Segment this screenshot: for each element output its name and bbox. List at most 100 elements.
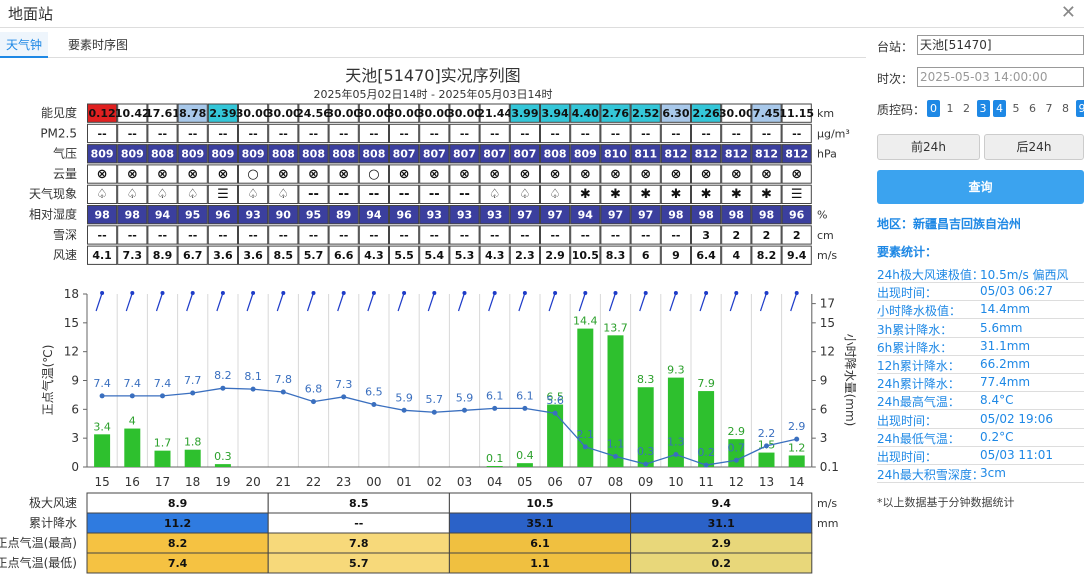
table-row-unit: cm (817, 229, 834, 242)
table-cell-text: -- (369, 127, 378, 140)
qc-label: 质控码： (877, 103, 926, 117)
time-input[interactable]: 2025-05-03 14:00:00 (917, 67, 1084, 87)
temperature-label: 7.4 (154, 377, 172, 390)
temperature-label: 2.9 (788, 420, 806, 433)
precip-bar-label: 1.7 (154, 437, 172, 450)
table-cell-text: ⊗ (459, 167, 470, 182)
qc-code-3[interactable]: 3 (976, 100, 990, 117)
table-cell-text: 97 (517, 209, 532, 222)
table-cell-text: -- (279, 127, 288, 140)
table-cell-text: 95 (306, 209, 321, 222)
wind-barb-icon (186, 292, 194, 312)
table-cell-text: 5.7 (304, 249, 324, 262)
summary-cell-text: 8.9 (168, 497, 188, 510)
y-tick-right: 15 (820, 316, 835, 330)
wind-barb-icon (306, 292, 315, 312)
qc-code-4[interactable]: 4 (993, 100, 1006, 117)
table-cell-text: 810 (604, 148, 627, 161)
table-cell-text: ⊗ (157, 167, 168, 182)
table-cell-text: 98 (729, 209, 744, 222)
table-cell-text: 94 (366, 209, 382, 222)
table-cell-text: 812 (785, 148, 808, 161)
qc-code-9[interactable]: 9 (1075, 100, 1084, 117)
x-tick-label: 13 (759, 475, 774, 489)
table-cell-text: ⊗ (278, 167, 289, 182)
table-cell-text: ✱ (640, 187, 651, 202)
table-cell-text: 6 (642, 249, 650, 262)
table-cell-text: ⊗ (761, 167, 772, 182)
precip-bar-label: 9.3 (667, 364, 685, 377)
qc-code-5[interactable]: 5 (1010, 100, 1023, 117)
temperature-label: 7.4 (124, 377, 142, 390)
summary-cell-text: 8.2 (168, 537, 188, 550)
table-cell-text: 0.12 (89, 107, 116, 120)
time-value: 2025-05-03 14:00:00 (920, 70, 1048, 84)
table-cell-text: -- (520, 229, 529, 242)
table-cell-text: -- (702, 127, 711, 140)
precip-bar-label: 7.9 (697, 377, 715, 390)
summary-cell-text: 5.7 (349, 557, 369, 570)
wind-barb-icon (729, 292, 737, 312)
table-cell-text: 6.4 (696, 249, 716, 262)
wind-barb-icon (246, 292, 254, 312)
temperature-point (492, 405, 498, 411)
next-24h-button[interactable]: 后24h (984, 134, 1084, 160)
table-cell-text: 94 (578, 209, 594, 222)
table-cell-text: 2.39 (209, 107, 236, 120)
temperature-point (190, 390, 196, 396)
table-cell-text: 807 (483, 148, 506, 161)
wind-barb-icon (155, 292, 164, 312)
qc-code-8[interactable]: 8 (1059, 100, 1072, 117)
wind-barb-icon (578, 292, 586, 312)
qc-code-7[interactable]: 7 (1043, 100, 1056, 117)
precip-bar-label: 4 (129, 415, 136, 428)
table-cell-text: 93 (457, 209, 472, 222)
x-tick-label: 18 (185, 475, 200, 489)
table-cell-text: 8.9 (153, 249, 173, 262)
table-cell-text: 89 (336, 209, 351, 222)
x-tick-label: 07 (578, 475, 593, 489)
x-tick-label: 02 (427, 475, 442, 489)
table-row-label: 云量 (53, 167, 77, 181)
table-cell-text: 812 (755, 148, 778, 161)
qc-code-6[interactable]: 6 (1026, 100, 1039, 117)
table-cell-text: ✱ (610, 187, 621, 202)
y-tick-left: 15 (64, 316, 79, 330)
x-tick-label: 19 (215, 475, 230, 489)
query-button[interactable]: 查询 (877, 170, 1084, 204)
x-tick-label: 08 (608, 475, 623, 489)
table-cell-text: 811 (634, 148, 657, 161)
stat-separator (877, 336, 1084, 338)
qc-code-1[interactable]: 1 (944, 100, 957, 117)
temperature-label: 8.2 (214, 369, 232, 382)
table-cell-text: -- (249, 127, 258, 140)
table-cell-text: 93 (487, 209, 502, 222)
table-cell-text: -- (249, 229, 258, 242)
table-cell-text: 807 (453, 148, 476, 161)
wind-barb-icon (337, 292, 345, 312)
temperature-point (250, 386, 256, 392)
table-cell-text: 812 (664, 148, 687, 161)
table-cell-text: 7.3 (123, 249, 143, 262)
close-icon[interactable]: ✕ (1061, 2, 1076, 23)
wind-barb-icon (669, 292, 677, 312)
qc-code-2[interactable]: 2 (960, 100, 973, 117)
time-label: 时次： (877, 72, 914, 86)
qc-code-0[interactable]: 0 (927, 100, 940, 117)
prev-24h-button[interactable]: 前24h (877, 134, 980, 160)
table-cell-text: 808 (332, 148, 355, 161)
table-cell-text: 4.3 (364, 249, 384, 262)
table-cell-text: ♤ (489, 187, 501, 202)
table-cell-text: -- (792, 127, 801, 140)
temperature-label: 1.1 (607, 437, 625, 450)
table-cell-text: -- (218, 127, 227, 140)
station-input[interactable]: 天池[51470] (917, 35, 1084, 55)
table-cell-text: -- (490, 229, 499, 242)
stat-value: 05/02 19:06 (980, 411, 1053, 426)
table-cell-text: -- (581, 229, 590, 242)
stat-value: 10.5m/s 偏西风 (980, 268, 1069, 282)
table-cell-text: 5.3 (455, 249, 475, 262)
table-cell-text: -- (158, 229, 167, 242)
temperature-label: 7.4 (93, 377, 111, 390)
precip-bar-label: 0.1 (486, 452, 504, 465)
